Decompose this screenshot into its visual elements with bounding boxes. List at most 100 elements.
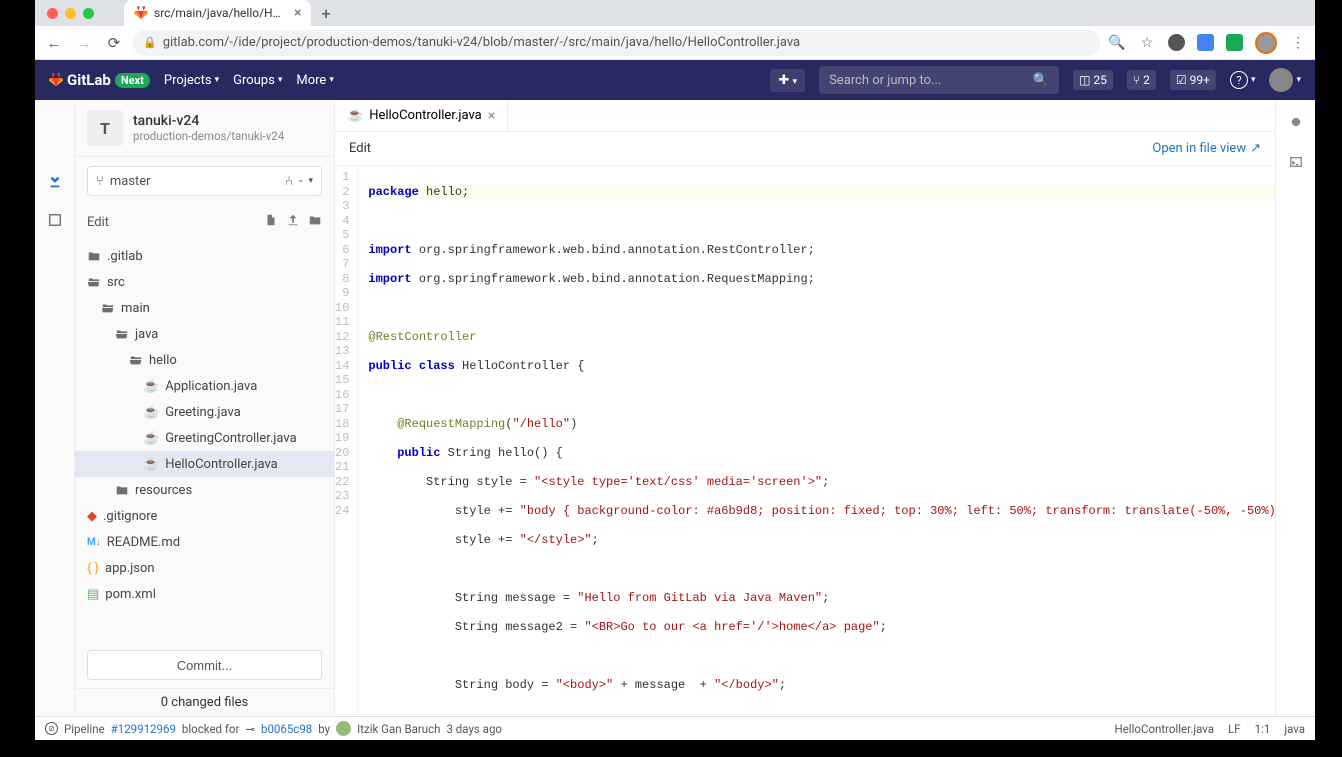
editor-area: ☕ HelloController.java × Edit Open in fi… [335, 100, 1275, 716]
search-icon: 🔍 [1033, 73, 1049, 88]
browser-tab[interactable]: src/main/java/hello/HelloControll × [124, 0, 311, 26]
upload-icon[interactable] [286, 213, 300, 231]
gitlab-logo[interactable]: GitLab Next [49, 71, 150, 89]
folder-src[interactable]: src [75, 269, 334, 295]
pipeline-blocked-text: blocked for [182, 722, 239, 736]
file-pom-xml[interactable]: ▤pom.xml [75, 581, 334, 607]
url-input[interactable]: 🔒 gitlab.com/-/ide/project/production-de… [133, 30, 1100, 56]
nav-new-button[interactable]: ✚ ▾ [770, 69, 805, 92]
branch-name: master [110, 174, 279, 189]
chevron-down-icon: ▾ [278, 75, 283, 85]
toolbar-icons: 🔍 ☆ ⋮ [1108, 32, 1307, 54]
nav-help[interactable]: ?▾ [1230, 71, 1256, 89]
editor-tab-close-icon[interactable]: × [488, 108, 495, 124]
nav-user-menu[interactable]: ▾ [1269, 68, 1301, 92]
folder-resources[interactable]: resources [75, 477, 334, 503]
file-greeting-controller-java[interactable]: ☕GreetingController.java [75, 425, 334, 451]
merge-request-icon: ⑂ [1133, 73, 1140, 87]
nav-issues-badge[interactable]: ◫25 [1073, 70, 1113, 90]
project-header: T tanuki-v24 production-demos/tanuki-v24 [75, 100, 334, 157]
chevron-down-icon: ▾ [329, 75, 334, 85]
file-readme[interactable]: M↓README.md [75, 529, 334, 555]
right-pipelines-icon[interactable] [1284, 110, 1308, 134]
java-file-icon: ☕ [143, 431, 159, 446]
nav-mr-badge[interactable]: ⑂2 [1127, 70, 1156, 90]
nav-more[interactable]: More▾ [296, 73, 333, 88]
extension-icon-3[interactable] [1226, 34, 1243, 51]
chevron-down-icon: ▾ [215, 75, 220, 85]
nav-forward-button[interactable]: → [73, 34, 95, 52]
lock-icon: 🔒 [143, 36, 157, 49]
browser-tab-close-icon[interactable]: × [294, 5, 301, 21]
code-editor[interactable]: 123456789101112131415161718192021222324 … [335, 166, 1275, 716]
pipeline-status-icon[interactable]: ⊘ [45, 722, 58, 735]
activity-commit-icon[interactable] [43, 208, 67, 232]
file-app-json[interactable]: { }app.json [75, 555, 334, 581]
commit-button[interactable]: Commit... [87, 650, 322, 680]
new-folder-icon[interactable] [308, 213, 322, 231]
right-terminal-icon[interactable] [1284, 150, 1308, 174]
folder-main[interactable]: main [75, 295, 334, 321]
mr-icon: ⑃ [285, 174, 293, 189]
status-language[interactable]: java [1284, 722, 1305, 736]
new-file-icon[interactable] [264, 213, 278, 231]
file-tree: .gitlab src main java hello ☕Application… [75, 239, 334, 642]
file-explorer-sidebar: T tanuki-v24 production-demos/tanuki-v24… [75, 100, 335, 716]
project-avatar: T [87, 110, 123, 146]
file-greeting-java[interactable]: ☕Greeting.java [75, 399, 334, 425]
browser-tab-bar: src/main/java/hello/HelloControll × + [35, 0, 1315, 26]
browser-tab-title: src/main/java/hello/HelloControll [154, 6, 284, 20]
ide-content: T tanuki-v24 production-demos/tanuki-v24… [35, 100, 1315, 716]
nav-reload-button[interactable]: ⟳ [103, 34, 125, 52]
extension-icon-1[interactable] [1168, 34, 1185, 51]
new-tab-button[interactable]: + [321, 4, 330, 23]
nav-projects[interactable]: Projects▾ [164, 73, 219, 88]
nav-back-button[interactable]: ← [43, 34, 65, 52]
editor-toolbar: Edit Open in file view ↗ [335, 132, 1275, 166]
browser-profile-avatar[interactable] [1255, 32, 1277, 54]
changed-files-label: 0 changed files [75, 688, 334, 716]
folder-hello[interactable]: hello [75, 347, 334, 373]
editor-tabs: ☕ HelloController.java × [335, 100, 1275, 132]
extension-icon-2[interactable] [1197, 34, 1214, 51]
editor-tab-hello-controller[interactable]: ☕ HelloController.java × [335, 100, 508, 131]
editor-tab-label: HelloController.java [369, 108, 482, 123]
nav-groups[interactable]: Groups▾ [233, 73, 282, 88]
edit-mode-label: Edit [349, 141, 371, 156]
zoom-icon[interactable]: 🔍 [1108, 34, 1126, 52]
file-hello-controller-java[interactable]: ☕HelloController.java [75, 451, 334, 477]
folder-gitlab[interactable]: .gitlab [75, 243, 334, 269]
author-avatar [336, 721, 351, 736]
branch-selector[interactable]: ⑂ master ⑃ - ▾ [87, 166, 322, 196]
chevron-down-icon: ▾ [308, 176, 313, 186]
url-text: gitlab.com/-/ide/project/production-demo… [163, 35, 800, 50]
activity-bar [35, 100, 75, 716]
browser-menu-icon[interactable]: ⋮ [1289, 34, 1307, 52]
xml-file-icon: ▤ [87, 587, 99, 602]
commit-icon: ⊸ [245, 722, 255, 736]
pipeline-id-link[interactable]: #129912969 [111, 722, 176, 736]
window-controls [47, 8, 94, 19]
minimize-window-button[interactable] [65, 8, 76, 19]
commit-sha-link[interactable]: b0065c98 [261, 722, 312, 736]
maximize-window-button[interactable] [83, 8, 94, 19]
code-content[interactable]: package hello; import org.springframewor… [358, 166, 1275, 716]
status-line-ending[interactable]: LF [1228, 722, 1241, 736]
status-bar: ⊘ Pipeline #129912969 blocked for ⊸ b006… [35, 716, 1315, 740]
next-badge: Next [115, 73, 150, 88]
open-in-file-view-link[interactable]: Open in file view ↗ [1152, 141, 1261, 156]
file-application-java[interactable]: ☕Application.java [75, 373, 334, 399]
git-file-icon: ◆ [87, 509, 97, 524]
nav-todos-badge[interactable]: ☑99+ [1170, 70, 1216, 90]
browser-address-bar: ← → ⟳ 🔒 gitlab.com/-/ide/project/product… [35, 26, 1315, 60]
close-window-button[interactable] [47, 8, 58, 19]
global-search-input[interactable]: Search or jump to... 🔍 [819, 66, 1059, 94]
file-gitignore[interactable]: ◆.gitignore [75, 503, 334, 529]
java-file-icon: ☕ [143, 379, 159, 394]
star-icon[interactable]: ☆ [1138, 34, 1156, 52]
gitlab-top-nav: GitLab Next Projects▾ Groups▾ More▾ ✚ ▾ … [35, 60, 1315, 100]
folder-java[interactable]: java [75, 321, 334, 347]
status-cursor-pos[interactable]: 1:1 [1255, 722, 1271, 736]
by-text: by [318, 722, 330, 736]
activity-explorer-icon[interactable] [43, 170, 67, 194]
